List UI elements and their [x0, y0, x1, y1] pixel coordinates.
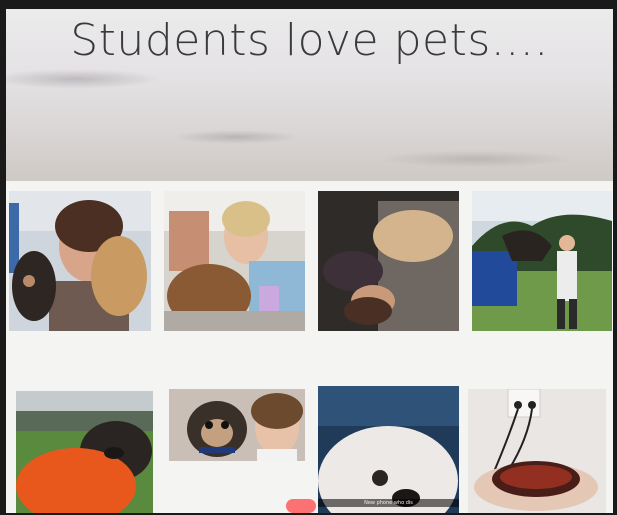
photo-selfie-with-dogs-image	[9, 191, 151, 331]
page-indicator	[286, 499, 316, 513]
photo-snake-lamp[interactable]	[468, 389, 606, 513]
photo-student-with-dog-on-floor-image	[318, 191, 459, 331]
photo-girl-with-dog-on-couch-image	[164, 191, 305, 331]
photo-student-with-horse-image	[472, 191, 612, 331]
photo-pug-in-orange-jacket[interactable]	[16, 391, 153, 513]
photo-pug-selfie[interactable]	[169, 389, 305, 461]
photo-white-dog-closeup[interactable]: New phone who dis	[318, 386, 459, 513]
photo-student-with-horse[interactable]	[472, 191, 612, 331]
photo-gallery: New phone who dis	[6, 181, 613, 513]
photo-selfie-with-dogs[interactable]	[9, 191, 151, 331]
photo-snake-lamp-image	[468, 389, 606, 513]
slide-title: Students love pets....	[70, 15, 549, 66]
photo-pug-in-orange-jacket-image	[16, 391, 153, 513]
photo-student-with-dog-on-floor[interactable]	[318, 191, 459, 331]
photo-white-dog-closeup-image	[318, 386, 459, 513]
snapchat-caption: New phone who dis	[318, 499, 459, 507]
presentation-slide: Students love pets.... New phone who dis	[6, 9, 613, 513]
sky-header-banner: Students love pets....	[6, 9, 613, 181]
photo-girl-with-dog-on-couch[interactable]	[164, 191, 305, 331]
photo-pug-selfie-image	[169, 389, 305, 461]
